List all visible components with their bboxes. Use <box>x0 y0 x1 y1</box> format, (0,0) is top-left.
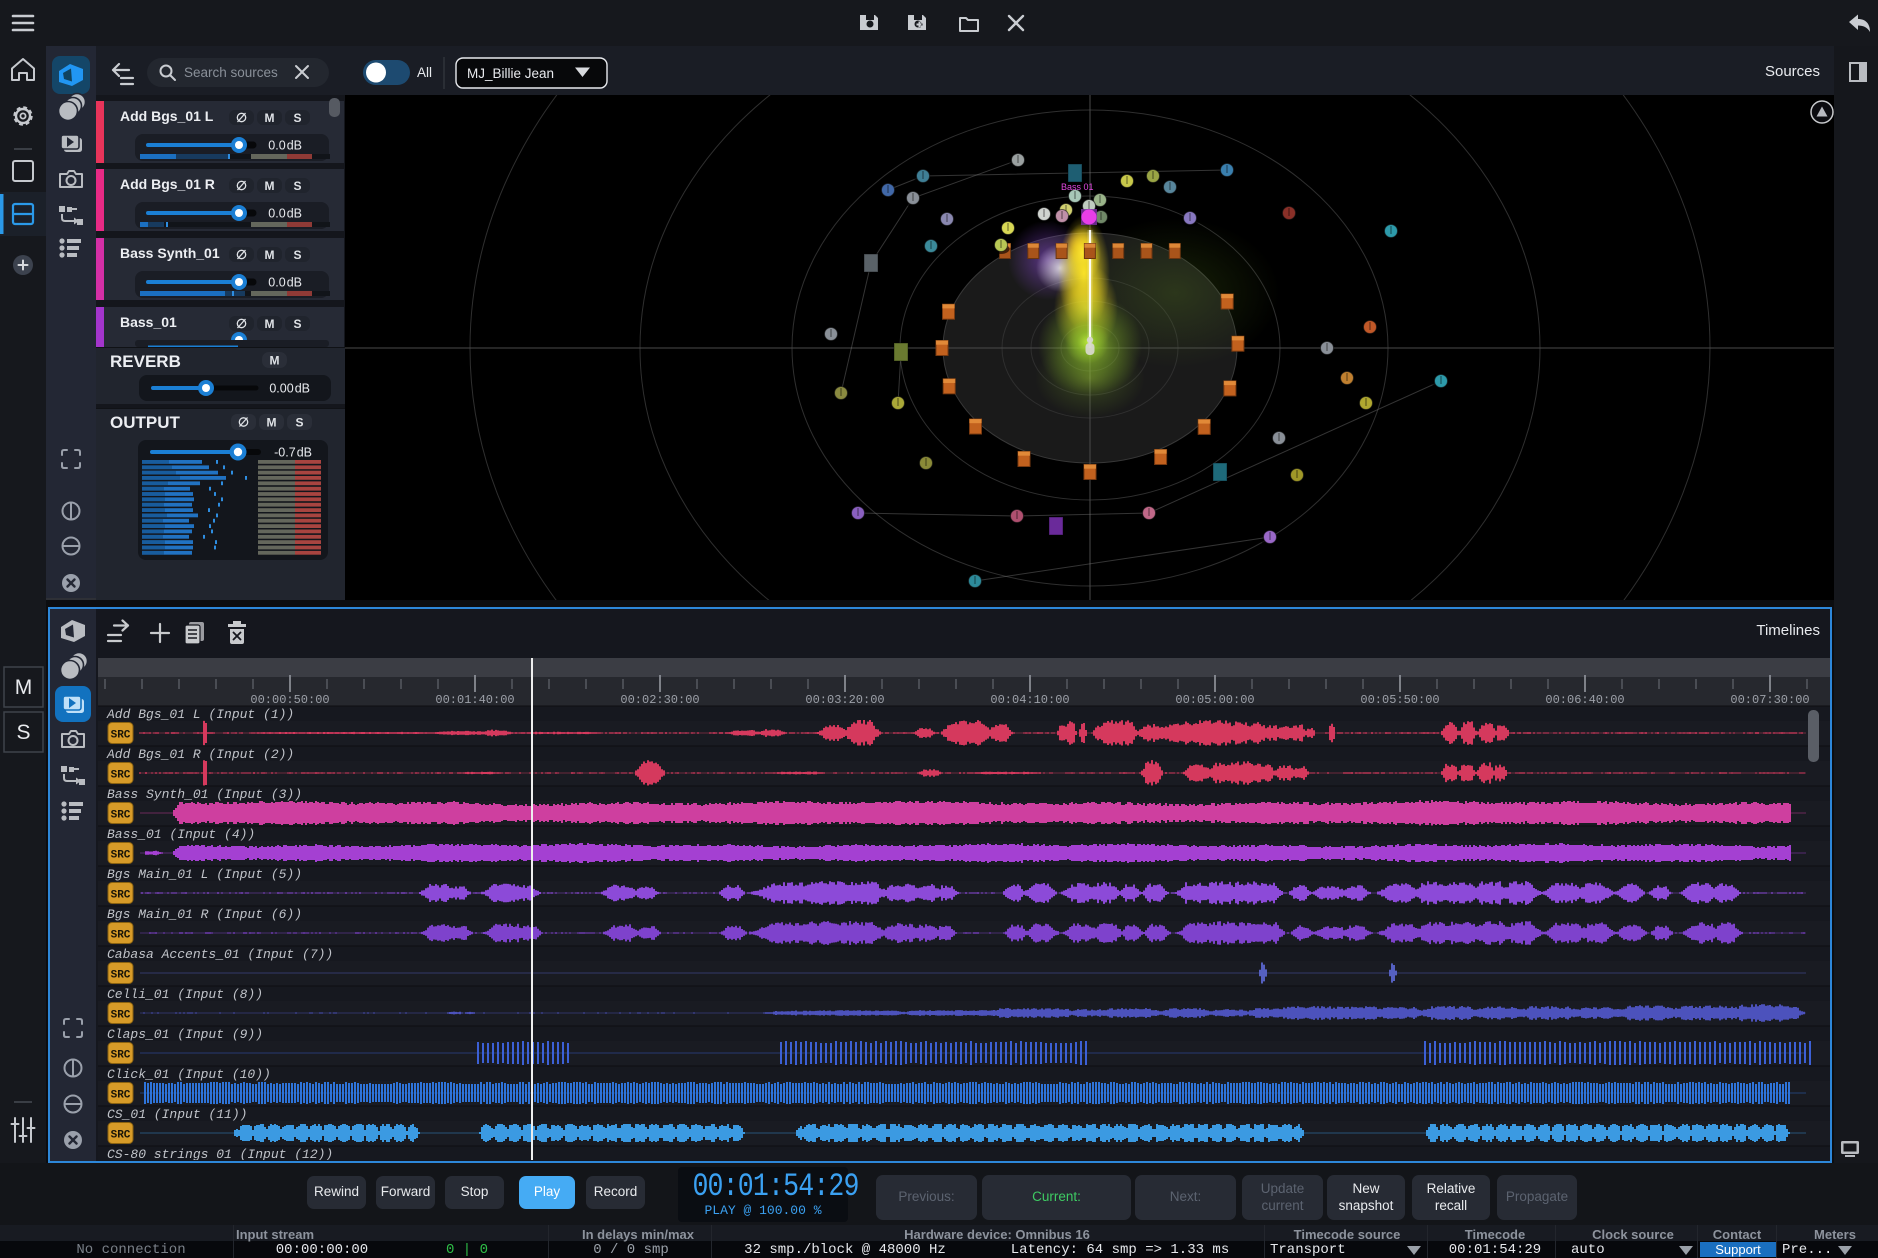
svg-text:SRC: SRC <box>111 930 131 942</box>
svg-text:Bgs Main_01 R (Input (6)): Bgs Main_01 R (Input (6)) <box>107 907 302 922</box>
svg-text:Claps_01 (Input (9)): Claps_01 (Input (9)) <box>107 1027 263 1042</box>
svg-text:00:04:10:00: 00:04:10:00 <box>990 693 1069 707</box>
svg-text:00:06:40:00: 00:06:40:00 <box>1545 693 1624 707</box>
svg-text:SRC: SRC <box>111 1050 131 1062</box>
svg-text:SRC: SRC <box>111 1090 131 1102</box>
svg-text:00:02:30:00: 00:02:30:00 <box>620 693 699 707</box>
svg-text:S: S <box>295 416 303 430</box>
svg-text:SRC: SRC <box>111 890 131 902</box>
svg-text:00:05:50:00: 00:05:50:00 <box>1360 693 1439 707</box>
svg-text:Celli_01 (Input (8)): Celli_01 (Input (8)) <box>107 987 263 1002</box>
svg-text:00:05:00:00: 00:05:00:00 <box>1175 693 1254 707</box>
svg-text:-0.7 dB: -0.7 dB <box>274 446 312 460</box>
svg-text:Bass 01: Bass 01 <box>1061 182 1094 192</box>
svg-text:M: M <box>265 317 275 331</box>
svg-text:Bgs Main_01 L (Input (5)): Bgs Main_01 L (Input (5)) <box>107 867 302 882</box>
svg-text:00:03:20:00: 00:03:20:00 <box>805 693 884 707</box>
svg-text:MJ_Billie Jean: MJ_Billie Jean <box>467 66 554 81</box>
svg-text:Add Bgs_01 R (Input (2)): Add Bgs_01 R (Input (2)) <box>106 747 294 762</box>
svg-text:Click_01 (Input (10)): Click_01 (Input (10)) <box>107 1067 271 1082</box>
svg-text:Cabasa Accents_01 (Input (7)): Cabasa Accents_01 (Input (7)) <box>107 947 333 962</box>
svg-text:S: S <box>16 721 30 744</box>
svg-text:CS-80 strings 01 (Input (12)): CS-80 strings 01 (Input (12)) <box>107 1147 333 1160</box>
svg-text:S: S <box>293 111 301 125</box>
svg-text:S: S <box>293 179 301 193</box>
svg-text:S: S <box>293 317 301 331</box>
svg-text:SRC: SRC <box>111 850 131 862</box>
svg-text:00:01:40:00: 00:01:40:00 <box>435 693 514 707</box>
svg-text:SRC: SRC <box>111 970 131 982</box>
svg-text:Bass_01 (Input (4)): Bass_01 (Input (4)) <box>107 827 255 842</box>
svg-text:SRC: SRC <box>111 810 131 822</box>
svg-text:SRC: SRC <box>111 730 131 742</box>
svg-text:00:07:30:00: 00:07:30:00 <box>1730 693 1809 707</box>
svg-text:M: M <box>265 111 275 125</box>
svg-text:M: M <box>265 179 275 193</box>
svg-text:0.00 dB: 0.00 dB <box>269 382 310 396</box>
svg-text:SRC: SRC <box>111 770 131 782</box>
svg-text:Add Bgs_01 L (Input (1)): Add Bgs_01 L (Input (1)) <box>106 707 294 722</box>
svg-text:S: S <box>293 248 301 262</box>
svg-text:0.0 dB: 0.0 dB <box>268 276 302 290</box>
svg-text:All: All <box>417 65 432 80</box>
svg-text:CS_01 (Input (11)): CS_01 (Input (11)) <box>107 1107 247 1122</box>
svg-text:M: M <box>270 354 280 368</box>
svg-text:M: M <box>15 676 33 699</box>
svg-text:Bass Synth_01 (Input (3)): Bass Synth_01 (Input (3)) <box>107 787 302 802</box>
svg-text:Search sources: Search sources <box>184 65 278 80</box>
svg-text:0.0 dB: 0.0 dB <box>268 207 302 221</box>
svg-text:SRC: SRC <box>111 1130 131 1142</box>
svg-text:00:00:50:00: 00:00:50:00 <box>250 693 329 707</box>
svg-text:0.0 dB: 0.0 dB <box>268 139 302 153</box>
svg-text:M: M <box>267 416 277 430</box>
svg-text:M: M <box>265 248 275 262</box>
svg-text:SRC: SRC <box>111 1010 131 1022</box>
